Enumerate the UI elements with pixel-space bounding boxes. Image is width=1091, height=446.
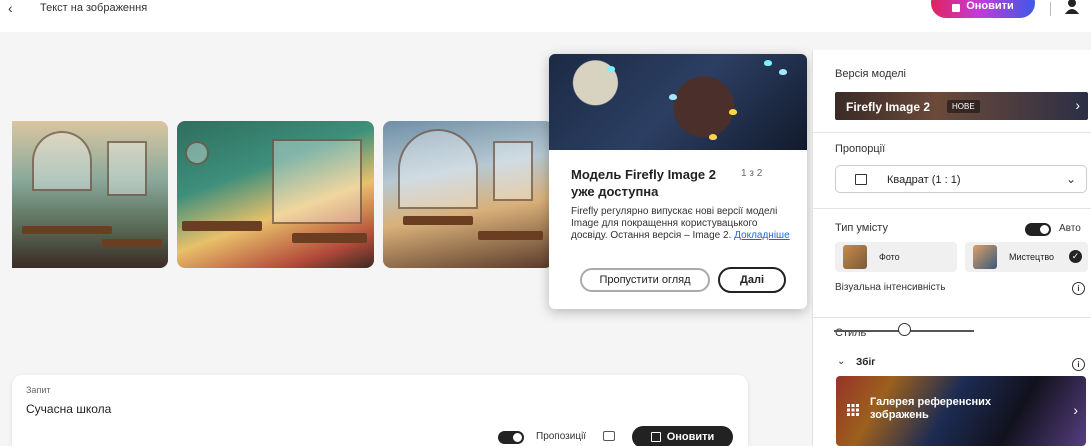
section-divider — [813, 132, 1091, 133]
aspect-ratio-select[interactable]: Квадрат (1 : 1) ⌄ — [835, 165, 1087, 193]
model-announcement-popover: Модель Firefly Image 2 уже доступна 1 з … — [549, 54, 807, 309]
section-divider — [813, 317, 1091, 318]
prompt-input[interactable]: Сучасна школа — [26, 402, 111, 416]
popover-title: Модель Firefly Image 2 уже доступна — [571, 167, 716, 199]
top-bar: ‹ Текст на зображення Оновити — [0, 0, 1091, 32]
chevron-down-icon[interactable]: ⌄ — [837, 356, 845, 367]
info-icon[interactable]: i — [1072, 358, 1085, 371]
auto-toggle[interactable] — [1025, 223, 1051, 236]
popover-step-counter: 1 з 2 — [741, 168, 763, 179]
content-type-label: Тип умісту — [835, 222, 888, 234]
new-badge: НОВЕ — [947, 100, 980, 113]
style-label: Стиль — [835, 327, 867, 339]
visual-intensity-label: Візуальна інтенсивність — [835, 282, 946, 293]
popover-body: Firefly регулярно випускає нові версії м… — [571, 206, 795, 242]
auto-label: Авто — [1059, 223, 1081, 234]
reference-gallery-label: Галерея референсних зображень — [870, 396, 992, 421]
model-name: Firefly Image 2 — [846, 100, 931, 114]
photo-thumbnail — [843, 245, 867, 269]
suggestions-toggle[interactable] — [498, 431, 524, 444]
generated-image-1[interactable] — [12, 121, 168, 268]
chevron-right-icon: › — [1073, 402, 1078, 418]
generated-image-3[interactable] — [383, 121, 553, 268]
aspect-ratio-value: Квадрат (1 : 1) — [887, 174, 961, 186]
reference-gallery-button[interactable]: Галерея референсних зображень › — [836, 376, 1086, 446]
generated-image-2[interactable] — [177, 121, 374, 268]
check-icon: ✓ — [1069, 250, 1082, 263]
breadcrumb: Текст на зображення — [40, 2, 148, 14]
back-icon[interactable]: ‹ — [8, 0, 13, 16]
next-button[interactable]: Далі — [718, 267, 786, 293]
grid-icon — [847, 404, 859, 416]
match-section-label[interactable]: Збіг — [856, 357, 875, 368]
generate-label: Оновити — [666, 431, 715, 443]
upgrade-icon — [952, 4, 961, 12]
user-icon[interactable] — [1064, 0, 1080, 14]
top-divider — [1050, 2, 1051, 16]
chevron-down-icon: ⌄ — [1065, 172, 1076, 186]
info-icon[interactable]: i — [1072, 282, 1085, 295]
suggestions-icon[interactable] — [603, 431, 615, 441]
skip-tour-button[interactable]: Пропустити огляд — [580, 268, 710, 292]
learn-more-link[interactable]: Докладніше — [734, 230, 790, 241]
prompt-label: Запит — [26, 385, 51, 395]
content-type-photo-label: Фото — [879, 252, 900, 262]
art-thumbnail — [973, 245, 997, 269]
generate-button[interactable]: Оновити — [632, 426, 733, 446]
visual-intensity-slider-thumb[interactable] — [898, 323, 911, 336]
popover-hero-image — [549, 54, 807, 150]
chevron-right-icon: › — [1075, 97, 1080, 113]
content-type-art[interactable]: Мистецтво ✓ — [965, 242, 1088, 272]
upgrade-label: Оновити — [966, 0, 1014, 12]
upgrade-button[interactable]: Оновити — [931, 0, 1035, 18]
content-type-photo[interactable]: Фото — [835, 242, 957, 272]
aspect-ratio-label: Пропорції — [835, 143, 886, 155]
prompt-bar: Запит Сучасна школа Пропозиції Оновити — [12, 375, 748, 446]
model-version-selector[interactable]: Firefly Image 2 НОВЕ › — [835, 92, 1088, 120]
model-version-label: Версія моделі — [835, 68, 907, 80]
generate-icon — [650, 432, 661, 442]
section-divider — [813, 208, 1091, 209]
content-type-art-label: Мистецтво — [1009, 252, 1055, 262]
suggestions-label: Пропозиції — [536, 431, 587, 442]
square-icon — [855, 174, 867, 185]
